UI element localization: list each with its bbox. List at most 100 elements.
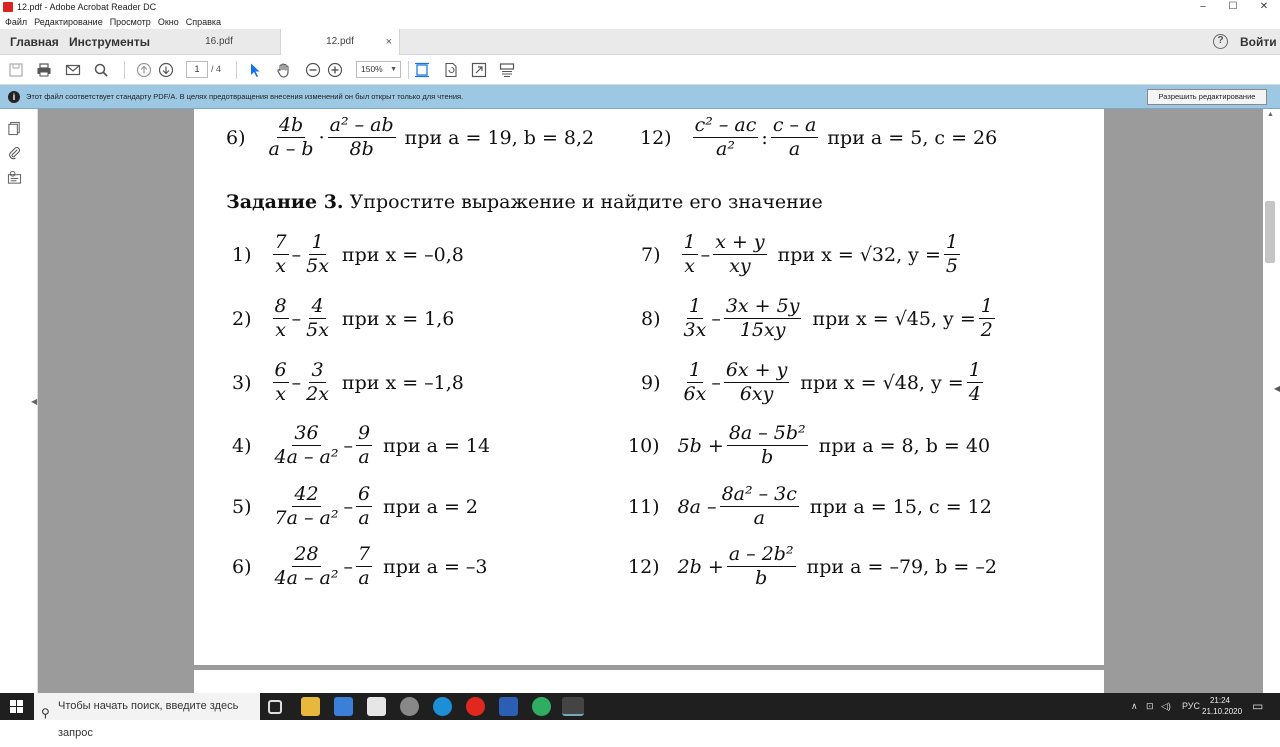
fraction: 6x xyxy=(272,359,289,405)
expression-right-11: 11) 8a –8a² – 3c a при a = 15, c = 12 xyxy=(628,483,992,529)
close-window-button[interactable]: ✕ xyxy=(1249,0,1279,14)
zoom-out-icon[interactable] xyxy=(305,62,321,78)
file-explorer-icon[interactable] xyxy=(301,697,320,716)
tab-12pdf[interactable]: 12.pdf × xyxy=(280,29,400,55)
minimize-button[interactable]: – xyxy=(1188,0,1218,14)
next-page-icon[interactable] xyxy=(158,62,174,78)
menu-edit[interactable]: Редактирование xyxy=(34,17,103,27)
volume-icon[interactable]: ◁) xyxy=(1161,693,1171,720)
pages-thumbnails-icon[interactable] xyxy=(7,121,22,136)
scrollbar-thumb[interactable] xyxy=(1265,201,1275,263)
item-number: 3) xyxy=(232,371,252,394)
fraction: 6x + y 6xy xyxy=(723,359,790,405)
task-heading-text: Упростите выражение и найдите его значен… xyxy=(343,191,823,213)
toolbar: 1 / 4 150% ▼ xyxy=(0,55,1280,85)
title-bar: 12.pdf - Adobe Acrobat Reader DC – ☐ ✕ xyxy=(0,0,1280,14)
menu-file[interactable]: Файл xyxy=(5,17,27,27)
condition: при a = 14 xyxy=(383,434,491,457)
collapse-left-panel-icon[interactable]: ◀ xyxy=(31,397,37,406)
fraction: c – aa xyxy=(770,114,819,160)
menu-view[interactable]: Просмотр xyxy=(110,17,151,27)
login-button[interactable]: Войти xyxy=(1240,29,1277,55)
window-title: 12.pdf - Adobe Acrobat Reader DC xyxy=(17,2,157,12)
item-number: 12) xyxy=(628,555,660,578)
mail-icon[interactable] xyxy=(367,697,386,716)
fraction: c² – ac a² xyxy=(692,114,759,160)
fraction: 8x xyxy=(272,295,289,341)
expression-left-6: 6) 28 4a – a² –7 a при a = –3 xyxy=(232,543,488,589)
item-number: 2) xyxy=(232,307,252,330)
language-indicator[interactable]: РУС xyxy=(1182,693,1200,720)
condition: при a = –3 xyxy=(383,555,488,578)
tray-chevron-icon[interactable]: ∧ xyxy=(1131,693,1138,720)
maximize-button[interactable]: ☐ xyxy=(1218,0,1248,14)
windows-taskbar: ⚲ Чтобы начать поиск, введите здесь запро… xyxy=(0,693,1280,739)
q-app-icon[interactable] xyxy=(532,697,551,716)
word-icon[interactable] xyxy=(499,697,518,716)
fraction: 3 2x xyxy=(306,359,329,405)
taskbar-clock[interactable]: 21:24 21.10.2020 xyxy=(1202,695,1243,717)
info-icon: i xyxy=(8,91,20,103)
network-icon[interactable]: ⊡ xyxy=(1146,693,1154,720)
expression-left-2: 2) 8 x –4 5x при x = 1,6 xyxy=(232,295,455,341)
prev-page-icon[interactable] xyxy=(136,62,152,78)
fraction: 12 xyxy=(978,295,995,341)
notifications-icon[interactable]: ▭ xyxy=(1252,693,1263,720)
tab-tools[interactable]: Инструменты xyxy=(69,29,150,55)
expand-right-panel-icon[interactable]: ◀ xyxy=(1274,384,1280,393)
condition: при a = 2 xyxy=(383,495,479,518)
condition: при a = 8, b = 40 xyxy=(818,434,991,457)
acrobat-taskbar-icon[interactable] xyxy=(562,697,584,716)
fraction: 6a xyxy=(355,483,373,529)
rotate-page-icon[interactable] xyxy=(443,62,459,78)
tab-16pdf[interactable]: 16.pdf xyxy=(158,29,280,55)
fraction: a – 2b² b xyxy=(726,543,796,589)
scroll-up-icon[interactable]: ▲ xyxy=(1267,111,1274,118)
item-number: 4) xyxy=(232,434,252,457)
email-icon[interactable] xyxy=(65,62,81,78)
zoom-in-icon[interactable] xyxy=(327,62,343,78)
save-icon[interactable] xyxy=(8,62,24,78)
hand-tool-icon[interactable] xyxy=(276,62,292,78)
page-total: / 4 xyxy=(211,64,222,74)
edge-icon[interactable] xyxy=(433,697,452,716)
clock-date: 21.10.2020 xyxy=(1202,707,1243,716)
page-number-input[interactable]: 1 xyxy=(186,61,208,78)
item-number: 6) xyxy=(226,126,246,149)
expression-right-10: 10) 5b +8a – 5b² b при a = 8, b = 40 xyxy=(628,422,991,468)
windows-start-icon[interactable] xyxy=(10,700,24,714)
zoom-select[interactable]: 150% ▼ xyxy=(356,61,401,78)
select-cursor-icon[interactable] xyxy=(247,62,263,78)
search-icon[interactable] xyxy=(93,62,109,78)
fraction: 8a – 5b² b xyxy=(726,422,808,468)
left-navigation-panel: ◀ xyxy=(0,109,38,693)
app-icon[interactable] xyxy=(400,697,419,716)
item-number: 7) xyxy=(641,243,661,266)
taskbar-search-input[interactable]: ⚲ Чтобы начать поиск, введите здесь запро… xyxy=(34,693,260,739)
fraction: 4 5x xyxy=(306,295,329,341)
enable-editing-button[interactable]: Разрешить редактирование xyxy=(1147,89,1267,105)
document-viewer[interactable]: 6) 4b a – b · a² – ab 8b при a = 19, b = 8… xyxy=(38,109,1263,693)
print-icon[interactable] xyxy=(36,62,52,78)
item-number: 10) xyxy=(628,434,660,457)
fraction: 15 xyxy=(943,231,960,277)
menu-help[interactable]: Справка xyxy=(186,17,221,27)
fraction: 28 4a – a² xyxy=(274,543,339,589)
fraction: 7a xyxy=(355,543,373,589)
expression-right-12: 12) 2b + a – 2b² b при a = –79, b = –2 xyxy=(628,543,997,589)
tab-12pdf-label: 12.pdf xyxy=(326,36,354,47)
item-number: 12) xyxy=(640,126,672,149)
task-view-icon[interactable] xyxy=(268,700,282,714)
close-tab-icon[interactable]: × xyxy=(386,29,392,55)
help-icon[interactable]: ? xyxy=(1213,34,1228,49)
full-screen-icon[interactable] xyxy=(471,62,487,78)
right-scrollbar[interactable]: ▲ ◀ xyxy=(1263,109,1280,693)
page-tools-icon[interactable] xyxy=(499,62,515,78)
tab-home[interactable]: Главная xyxy=(10,29,59,55)
certificate-icon[interactable] xyxy=(7,170,22,185)
fit-page-icon[interactable] xyxy=(414,62,430,78)
opera-icon[interactable] xyxy=(466,697,485,716)
store-icon[interactable] xyxy=(334,697,353,716)
attachment-icon[interactable] xyxy=(7,145,22,160)
menu-window[interactable]: Окно xyxy=(158,17,179,27)
